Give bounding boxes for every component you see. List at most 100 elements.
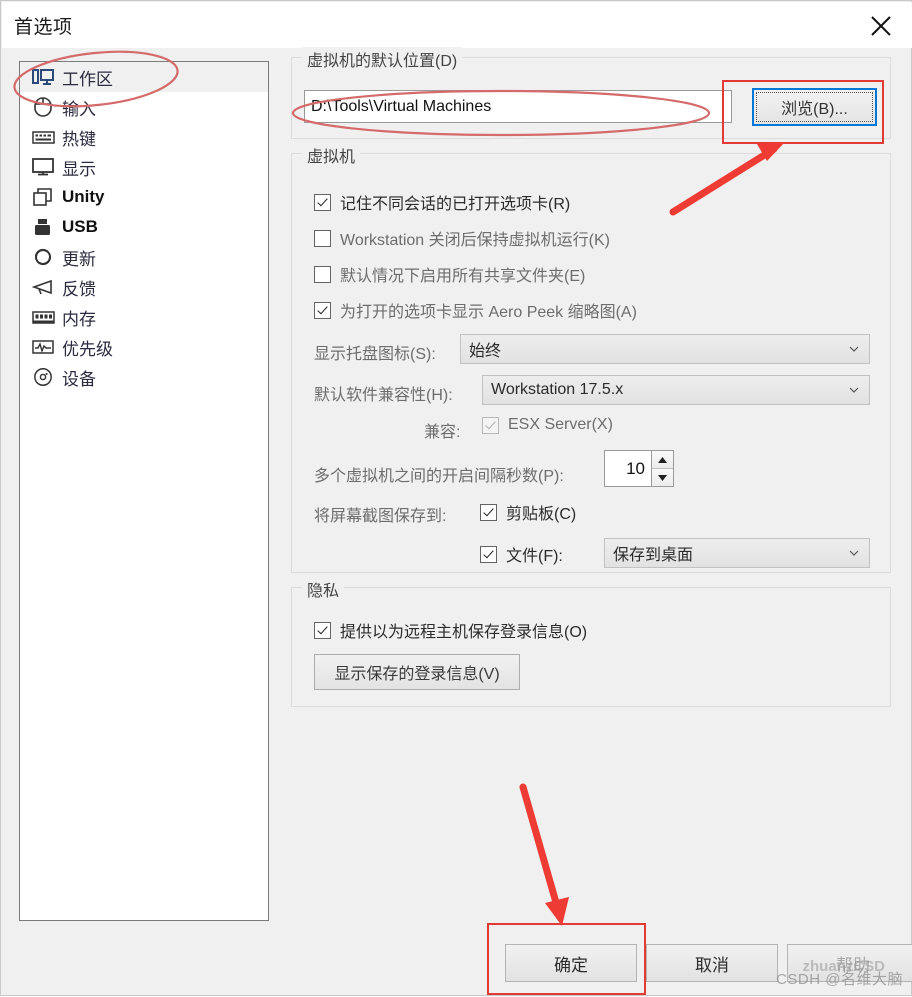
aero-peek-checkbox-row[interactable]: 为打开的选项卡显示 Aero Peek 缩略图(A) [314,298,637,322]
memory-icon [30,306,56,328]
ok-button[interactable]: 确定 [505,944,637,982]
checkbox-box[interactable] [314,621,331,639]
usb-icon [30,216,56,238]
sidebar-item-feedback[interactable]: 反馈 [20,272,268,302]
sidebar-item-label: 优先级 [62,339,113,359]
group-title: 虚拟机的默认位置(D) [302,47,463,71]
checkbox-label: Workstation 关闭后保持虚拟机运行(K) [340,232,610,249]
sidebar-item-input[interactable]: 输入 [20,92,268,122]
checkbox-box[interactable] [314,301,331,319]
file-target-select[interactable]: 保存到桌面 [604,538,870,568]
compatibility-select[interactable]: Workstation 17.5.x [482,375,870,405]
refresh-icon [30,246,56,268]
annotation-arrow-ok [519,783,569,926]
page-title: 首选项 [14,17,73,38]
sidebar-item-unity[interactable]: Unity [20,182,268,212]
watermark: CSDH @名维大脑 [776,971,903,988]
esx-prefix-label: 兼容: [424,424,461,441]
focus-ring [756,92,873,122]
chart-icon [30,336,56,358]
category-sidebar[interactable]: 工作区 输入 热键 显示 Unity USB 更新 反馈 内存 优先级 设备 [19,61,269,921]
default-location-input[interactable] [304,90,732,123]
keyboard-icon [30,126,56,148]
mouse-icon [30,96,56,118]
disc-icon [30,366,56,388]
preferences-dialog: 首选项 工作区 输入 热键 显示 Unity USB 更新 反馈 内存 优先级 … [0,0,912,996]
privacy-group: 隐私 提供以为远程主机保存登录信息(O) 显示保存的登录信息(V) [291,577,891,707]
checkbox-box[interactable] [480,545,497,563]
sidebar-item-devices[interactable]: 设备 [20,362,268,392]
cancel-button[interactable]: 取消 [646,944,778,982]
sidebar-item-display[interactable]: 显示 [20,152,268,182]
unity-icon [30,186,56,208]
stepper-up-button[interactable] [651,451,673,468]
caret-down-icon [658,474,667,481]
remember-tabs-checkbox-row[interactable]: 记住不同会话的已打开选项卡(R) [314,190,570,214]
stepper-buttons[interactable] [651,451,673,486]
sidebar-item-memory[interactable]: 内存 [20,302,268,332]
close-icon [871,16,891,36]
power-on-interval-label: 多个虚拟机之间的开启间隔秒数(P): [314,468,564,485]
file-target-value: 保存到桌面 [613,547,694,564]
checkbox-label: 剪贴板(C) [506,506,577,523]
chevron-down-icon [849,387,859,393]
sidebar-item-label: 反馈 [62,279,96,299]
checkbox-label: 文件(F): [506,548,563,565]
caret-up-icon [658,456,667,463]
sidebar-item-workspace[interactable]: 工作区 [20,62,268,92]
enable-shared-folders-checkbox-row[interactable]: 默认情况下启用所有共享文件夹(E) [314,262,585,286]
monitor-icon [30,156,56,178]
save-login-info-checkbox-row[interactable]: 提供以为远程主机保存登录信息(O) [314,618,587,642]
sidebar-item-label: 工作区 [62,69,113,89]
group-title: 隐私 [302,577,345,601]
close-button[interactable] [852,2,912,48]
megaphone-icon [30,276,56,298]
sidebar-item-usb[interactable]: USB [20,212,268,242]
sidebar-item-label: 输入 [62,99,96,119]
sidebar-item-label: 更新 [62,249,96,269]
clipboard-checkbox-row[interactable]: 剪贴板(C) [480,500,576,524]
checkbox-box[interactable] [314,265,331,283]
checkbox-box[interactable] [314,193,331,211]
sidebar-item-label: 内存 [62,309,96,329]
stepper-down-button[interactable] [651,468,673,486]
sidebar-item-hotkeys[interactable]: 热键 [20,122,268,152]
chevron-down-icon [849,346,859,352]
sidebar-item-label: 设备 [62,369,96,389]
sidebar-item-label: 显示 [62,159,96,179]
tray-icon-value: 始终 [469,343,502,360]
sidebar-item-priority[interactable]: 优先级 [20,332,268,362]
group-title: 虚拟机 [302,143,361,167]
title-bar: 首选项 [2,2,912,48]
checkbox-box[interactable] [314,229,331,247]
tray-icon-label: 显示托盘图标(S): [314,346,436,363]
screenshot-save-label: 将屏幕截图保存到: [314,508,447,525]
ok-button-label: 确定 [554,955,588,975]
esx-server-checkbox-row: ESX Server(X) [482,416,613,434]
sidebar-item-label: Unity [62,187,105,206]
keep-vms-running-checkbox-row[interactable]: Workstation 关闭后保持虚拟机运行(K) [314,226,610,250]
show-saved-logins-button[interactable]: 显示保存的登录信息(V) [314,654,520,690]
cancel-button-label: 取消 [695,955,729,975]
checkbox-label: ESX Server(X) [508,416,613,433]
checkbox-box [482,416,499,434]
show-saved-logins-label: 显示保存的登录信息(V) [334,666,500,683]
default-location-group: 虚拟机的默认位置(D) 浏览(B)... [291,47,891,139]
sidebar-item-updates[interactable]: 更新 [20,242,268,272]
file-checkbox-row[interactable]: 文件(F): [480,542,563,566]
power-on-interval-stepper[interactable]: 10 [604,450,674,487]
tray-icon-select[interactable]: 始终 [460,334,870,364]
sidebar-item-label: USB [62,217,98,236]
sidebar-item-label: 热键 [62,129,96,149]
browse-button[interactable]: 浏览(B)... [752,88,877,126]
compatibility-value: Workstation 17.5.x [491,381,624,398]
settings-pane: 虚拟机的默认位置(D) 浏览(B)... 虚拟机 记住不同会话的已打开选项卡(R… [291,47,891,721]
chevron-down-icon [849,550,859,556]
checkbox-box[interactable] [480,503,497,521]
checkbox-label: 提供以为远程主机保存登录信息(O) [340,624,588,641]
checkbox-label: 为打开的选项卡显示 Aero Peek 缩略图(A) [340,304,637,321]
virtual-machine-group: 虚拟机 记住不同会话的已打开选项卡(R) Workstation 关闭后保持虚拟… [291,143,891,573]
checkbox-label: 记住不同会话的已打开选项卡(R) [340,196,571,213]
checkbox-label: 默认情况下启用所有共享文件夹(E) [340,268,586,285]
power-on-interval-value: 10 [626,458,645,478]
